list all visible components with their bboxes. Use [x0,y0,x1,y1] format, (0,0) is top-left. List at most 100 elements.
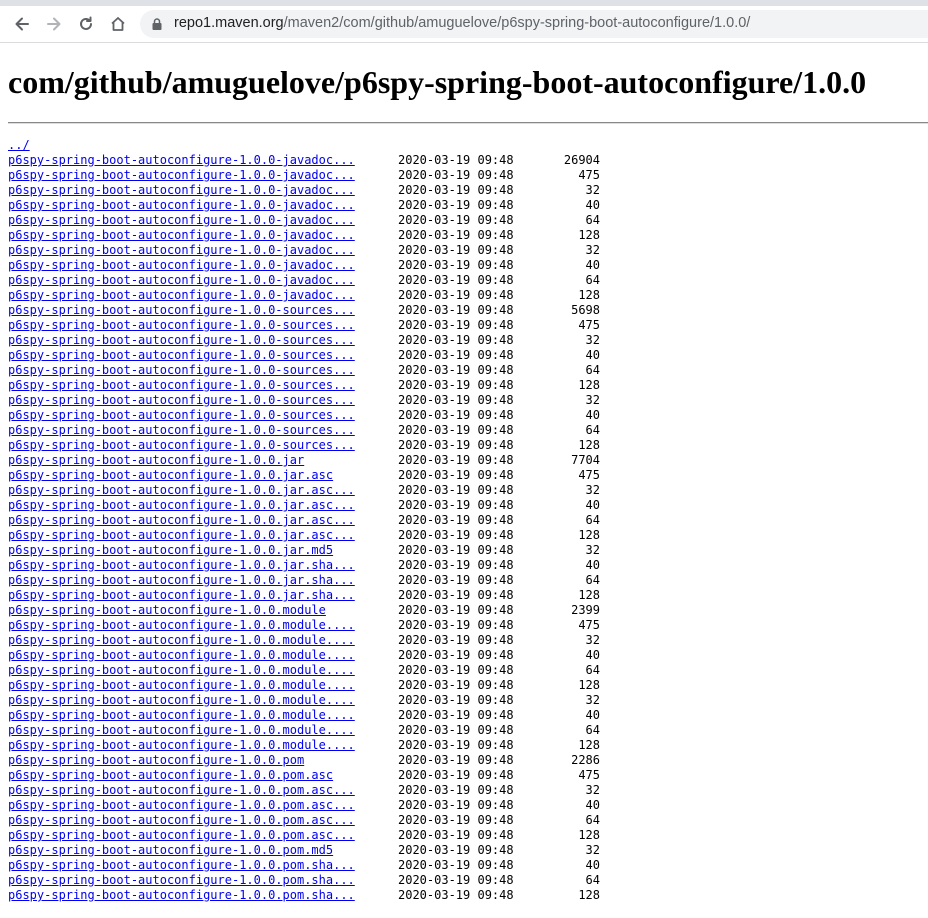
file-link[interactable]: p6spy-spring-boot-autoconfigure-1.0.0.ja… [8,453,304,468]
file-link[interactable]: p6spy-spring-boot-autoconfigure-1.0.0-ja… [8,198,355,213]
file-link[interactable]: p6spy-spring-boot-autoconfigure-1.0.0-ja… [8,183,355,198]
file-link[interactable]: p6spy-spring-boot-autoconfigure-1.0.0.po… [8,753,304,768]
file-size: 128 [578,828,600,842]
file-size: 2399 [571,603,600,617]
file-link[interactable]: p6spy-spring-boot-autoconfigure-1.0.0-ja… [8,213,355,228]
file-date: 2020-03-19 09:48 [398,513,514,527]
file-link[interactable]: p6spy-spring-boot-autoconfigure-1.0.0.po… [8,888,355,903]
file-link[interactable]: p6spy-spring-boot-autoconfigure-1.0.0.po… [8,873,355,888]
home-icon[interactable] [106,12,130,36]
file-link[interactable]: p6spy-spring-boot-autoconfigure-1.0.0-ja… [8,168,355,183]
file-link[interactable]: p6spy-spring-boot-autoconfigure-1.0.0.po… [8,828,355,843]
file-size: 128 [578,588,600,602]
file-date: 2020-03-19 09:48 [398,318,514,332]
file-link[interactable]: p6spy-spring-boot-autoconfigure-1.0.0.mo… [8,723,355,738]
file-date: 2020-03-19 09:48 [398,663,514,677]
file-link[interactable]: p6spy-spring-boot-autoconfigure-1.0.0-so… [8,378,355,393]
arrow-right-icon[interactable] [42,12,66,36]
file-size: 64 [585,573,600,587]
file-size: 128 [578,288,600,302]
file-date: 2020-03-19 09:48 [398,243,514,257]
file-link[interactable]: p6spy-spring-boot-autoconfigure-1.0.0-ja… [8,258,355,273]
file-link[interactable]: p6spy-spring-boot-autoconfigure-1.0.0-ja… [8,153,355,168]
file-link[interactable]: p6spy-spring-boot-autoconfigure-1.0.0.po… [8,783,355,798]
file-link[interactable]: p6spy-spring-boot-autoconfigure-1.0.0-so… [8,408,355,423]
file-link[interactable]: p6spy-spring-boot-autoconfigure-1.0.0.mo… [8,663,355,678]
file-size: 40 [585,648,600,662]
file-link[interactable]: p6spy-spring-boot-autoconfigure-1.0.0.mo… [8,693,355,708]
file-link[interactable]: p6spy-spring-boot-autoconfigure-1.0.0-so… [8,363,355,378]
file-link[interactable]: p6spy-spring-boot-autoconfigure-1.0.0.mo… [8,708,355,723]
file-size: 475 [578,618,600,632]
file-link[interactable]: p6spy-spring-boot-autoconfigure-1.0.0.ja… [8,528,355,543]
file-date: 2020-03-19 09:48 [398,468,514,482]
file-link[interactable]: p6spy-spring-boot-autoconfigure-1.0.0.mo… [8,678,355,693]
file-date: 2020-03-19 09:48 [398,858,514,872]
file-size: 2286 [571,753,600,767]
url-path: /maven2/com/github/amuguelove/p6spy-spri… [283,15,751,31]
file-size: 64 [585,723,600,737]
address-bar[interactable]: repo1.maven.org/maven2/com/github/amugue… [140,10,928,38]
file-link[interactable]: p6spy-spring-boot-autoconfigure-1.0.0.po… [8,813,355,828]
browser-toolbar: repo1.maven.org/maven2/com/github/amugue… [0,6,928,43]
file-link[interactable]: p6spy-spring-boot-autoconfigure-1.0.0-ja… [8,288,355,303]
lock-icon[interactable] [150,17,164,31]
file-size: 64 [585,813,600,827]
file-date: 2020-03-19 09:48 [398,558,514,572]
file-size: 475 [578,768,600,782]
file-size: 128 [578,888,600,902]
file-date: 2020-03-19 09:48 [398,603,514,617]
url-text[interactable]: repo1.maven.org/maven2/com/github/amugue… [174,15,750,31]
file-link[interactable]: p6spy-spring-boot-autoconfigure-1.0.0-so… [8,333,355,348]
file-link[interactable]: p6spy-spring-boot-autoconfigure-1.0.0-so… [8,438,355,453]
file-link[interactable]: p6spy-spring-boot-autoconfigure-1.0.0-so… [8,393,355,408]
file-date: 2020-03-19 09:48 [398,888,514,902]
file-link[interactable]: p6spy-spring-boot-autoconfigure-1.0.0.ja… [8,558,355,573]
file-link[interactable]: p6spy-spring-boot-autoconfigure-1.0.0-ja… [8,243,355,258]
file-date: 2020-03-19 09:48 [398,633,514,647]
file-size: 32 [585,393,600,407]
file-link[interactable]: p6spy-spring-boot-autoconfigure-1.0.0.mo… [8,633,355,648]
file-size: 128 [578,738,600,752]
file-size: 64 [585,363,600,377]
file-link[interactable]: p6spy-spring-boot-autoconfigure-1.0.0.po… [8,798,355,813]
file-date: 2020-03-19 09:48 [398,228,514,242]
file-link[interactable]: p6spy-spring-boot-autoconfigure-1.0.0-so… [8,348,355,363]
file-link[interactable]: p6spy-spring-boot-autoconfigure-1.0.0.ja… [8,513,355,528]
file-link[interactable]: p6spy-spring-boot-autoconfigure-1.0.0-ja… [8,273,355,288]
file-date: 2020-03-19 09:48 [398,183,514,197]
file-link[interactable]: p6spy-spring-boot-autoconfigure-1.0.0.ja… [8,588,355,603]
file-date: 2020-03-19 09:48 [398,648,514,662]
reload-icon[interactable] [74,12,98,36]
file-date: 2020-03-19 09:48 [398,588,514,602]
file-size: 128 [578,378,600,392]
file-link[interactable]: p6spy-spring-boot-autoconfigure-1.0.0.po… [8,858,355,873]
file-size: 128 [578,678,600,692]
file-size: 26904 [563,153,600,167]
file-link[interactable]: p6spy-spring-boot-autoconfigure-1.0.0.mo… [8,738,355,753]
file-link[interactable]: p6spy-spring-boot-autoconfigure-1.0.0-so… [8,318,355,333]
file-link[interactable]: p6spy-spring-boot-autoconfigure-1.0.0.ja… [8,543,333,558]
file-date: 2020-03-19 09:48 [398,753,514,767]
file-link[interactable]: p6spy-spring-boot-autoconfigure-1.0.0.ja… [8,573,355,588]
file-date: 2020-03-19 09:48 [398,348,514,362]
file-size: 40 [585,198,600,212]
file-link[interactable]: p6spy-spring-boot-autoconfigure-1.0.0.mo… [8,603,326,618]
file-link[interactable]: p6spy-spring-boot-autoconfigure-1.0.0-ja… [8,228,355,243]
file-link[interactable]: p6spy-spring-boot-autoconfigure-1.0.0-so… [8,423,355,438]
arrow-left-icon[interactable] [10,12,34,36]
file-link[interactable]: p6spy-spring-boot-autoconfigure-1.0.0-so… [8,303,355,318]
file-link[interactable]: p6spy-spring-boot-autoconfigure-1.0.0.ja… [8,498,355,513]
file-link[interactable]: p6spy-spring-boot-autoconfigure-1.0.0.po… [8,768,333,783]
file-date: 2020-03-19 09:48 [398,213,514,227]
divider [8,122,928,124]
file-link[interactable]: p6spy-spring-boot-autoconfigure-1.0.0.ja… [8,468,333,483]
file-link[interactable]: p6spy-spring-boot-autoconfigure-1.0.0.mo… [8,648,355,663]
file-date: 2020-03-19 09:48 [398,573,514,587]
parent-directory-link[interactable]: ../ [8,138,30,153]
file-link[interactable]: p6spy-spring-boot-autoconfigure-1.0.0.po… [8,843,333,858]
file-link[interactable]: p6spy-spring-boot-autoconfigure-1.0.0.ja… [8,483,355,498]
file-link[interactable]: p6spy-spring-boot-autoconfigure-1.0.0.mo… [8,618,355,633]
file-size: 40 [585,858,600,872]
file-date: 2020-03-19 09:48 [398,363,514,377]
